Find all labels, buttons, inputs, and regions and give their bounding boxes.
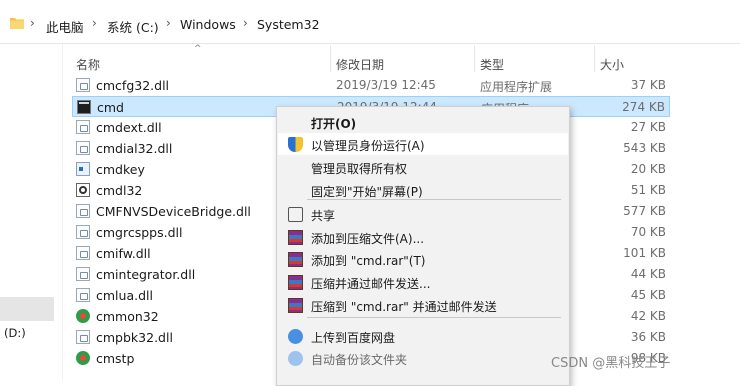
column-header-name[interactable]: 名称 [76, 56, 100, 73]
file-size: 101 KB [623, 246, 666, 260]
context-menu-label: 上传到百度网盘 [311, 331, 396, 345]
menu-separator [307, 199, 561, 200]
share-icon [288, 207, 303, 222]
baidu-cloud-icon [288, 351, 303, 366]
context-menu-item[interactable]: 以管理员身份运行(A) [278, 133, 568, 155]
context-menu-item[interactable]: 压缩并通过邮件发送... [278, 271, 568, 293]
column-header-date[interactable]: 修改日期 [336, 56, 384, 73]
context-menu-item[interactable]: 添加到压缩文件(A)... [278, 226, 568, 248]
context-menu-item[interactable]: 共享 [278, 203, 568, 225]
winrar-icon [288, 252, 303, 267]
chevron-right-icon: › [30, 16, 35, 30]
column-header-type[interactable]: 类型 [480, 56, 504, 73]
baidu-cloud-icon [288, 329, 303, 344]
cmd-console-icon [77, 100, 91, 114]
file-name: cmcfg32.dll [96, 78, 170, 93]
navigation-pane: (D:) [0, 44, 63, 380]
file-name: cmintegrator.dll [96, 267, 196, 282]
file-name: cmlua.dll [96, 288, 153, 303]
dll-file-icon [76, 204, 90, 218]
context-menu-item[interactable]: 固定到"开始"屏幕(P) [278, 179, 568, 201]
dll-file-icon [76, 330, 90, 344]
file-size: 27 KB [630, 120, 666, 134]
context-menu-item[interactable]: 上传到百度网盘 [278, 325, 568, 347]
gear-app-icon [76, 309, 90, 323]
dll-file-icon [76, 267, 90, 281]
context-menu-label: 自动备份该文件夹 [311, 353, 408, 367]
folder-icon [10, 18, 24, 29]
file-size: 543 KB [623, 141, 666, 155]
menu-separator [307, 317, 561, 318]
file-date: 2019/3/19 12:45 [336, 78, 436, 92]
context-menu-label: 添加到 "cmd.rar"(T) [311, 254, 426, 268]
uac-shield-icon [288, 137, 303, 152]
file-size: 51 KB [630, 183, 666, 197]
winrar-icon [288, 298, 303, 313]
context-menu: 打开(O) 以管理员身份运行(A) 管理员取得所有权固定到"开始"屏幕(P) 共享添加… [276, 106, 570, 386]
file-name: CMFNVSDeviceBridge.dll [96, 204, 251, 219]
file-size: 44 KB [630, 267, 666, 281]
context-menu-label: 管理员取得所有权 [311, 162, 408, 176]
file-size: 70 KB [630, 225, 666, 239]
context-menu-label: 压缩并通过邮件发送... [311, 277, 431, 291]
file-name: cmdext.dll [96, 120, 162, 135]
context-menu-label: 共享 [311, 209, 336, 223]
file-name: cmgrcspps.dll [96, 225, 183, 240]
context-menu-item[interactable]: 自动备份该文件夹 [278, 347, 568, 369]
breadcrumb-windows[interactable]: Windows [180, 17, 236, 32]
dll-file-icon [76, 78, 90, 92]
dll-file-icon [76, 141, 90, 155]
dll-file-icon [76, 288, 90, 302]
context-menu-label: 固定到"开始"屏幕(P) [311, 185, 423, 199]
dll-file-icon [76, 246, 90, 260]
context-menu-label: 添加到压缩文件(A)... [311, 232, 425, 246]
dll-file-icon [76, 120, 90, 134]
context-menu-item[interactable]: 添加到 "cmd.rar"(T) [278, 248, 568, 270]
file-name: cmdkey [96, 162, 145, 177]
breadcrumb-system32[interactable]: System32 [257, 17, 320, 32]
file-size: 577 KB [623, 204, 666, 218]
sort-up-icon: ^ [194, 44, 202, 54]
cmdkey-app-icon [76, 162, 90, 176]
column-divider[interactable] [330, 46, 331, 72]
context-menu-label: 打开(O) [311, 117, 357, 131]
gear-app-icon [76, 351, 90, 365]
context-menu-label: 压缩到 "cmd.rar" 并通过邮件发送 [311, 300, 497, 314]
file-size: 45 KB [630, 288, 666, 302]
context-menu-label: 以管理员身份运行(A) [311, 139, 425, 153]
winrar-icon [288, 230, 303, 245]
file-name: cmdl32 [96, 183, 143, 198]
chevron-right-icon: › [92, 16, 97, 30]
column-divider[interactable] [594, 46, 595, 72]
cmdl-app-icon [76, 183, 90, 197]
file-name: cmmon32 [96, 309, 159, 324]
column-divider[interactable] [474, 46, 475, 72]
file-size: 20 KB [630, 162, 666, 176]
file-size: 42 KB [630, 309, 666, 323]
file-size: 37 KB [630, 78, 666, 92]
column-header-size[interactable]: 大小 [600, 56, 624, 73]
winrar-icon [288, 275, 303, 290]
chevron-right-icon: › [166, 16, 171, 30]
context-menu-item[interactable]: 压缩到 "cmd.rar" 并通过邮件发送 [278, 294, 568, 316]
breadcrumb-system-c[interactable]: 系统 (C:) [107, 17, 159, 36]
file-name: cmpbk32.dll [96, 330, 173, 345]
file-row[interactable]: cmcfg32.dll 2019/3/19 12:45 应用程序扩展 37 KB [72, 75, 670, 96]
file-name: cmdial32.dll [96, 141, 173, 156]
context-menu-item[interactable]: 管理员取得所有权 [278, 156, 568, 178]
nav-drive-d[interactable]: (D:) [4, 326, 26, 340]
file-size: 36 KB [630, 330, 666, 344]
dll-file-icon [76, 225, 90, 239]
file-name: cmd [97, 100, 124, 115]
file-name: cmstp [96, 351, 135, 366]
watermark: CSDN @黑科技王子 [551, 356, 671, 371]
file-type: 应用程序扩展 [480, 80, 553, 94]
nav-selected-item[interactable] [0, 297, 54, 321]
breadcrumb-this-pc[interactable]: 此电脑 [46, 17, 84, 36]
file-name: cmifw.dll [96, 246, 151, 261]
chevron-right-icon: › [243, 16, 248, 30]
address-bar[interactable]: › 此电脑 › 系统 (C:) › Windows › System32 [0, 0, 740, 44]
context-menu-item[interactable]: 打开(O) [278, 111, 568, 133]
file-size: 274 KB [622, 100, 665, 114]
